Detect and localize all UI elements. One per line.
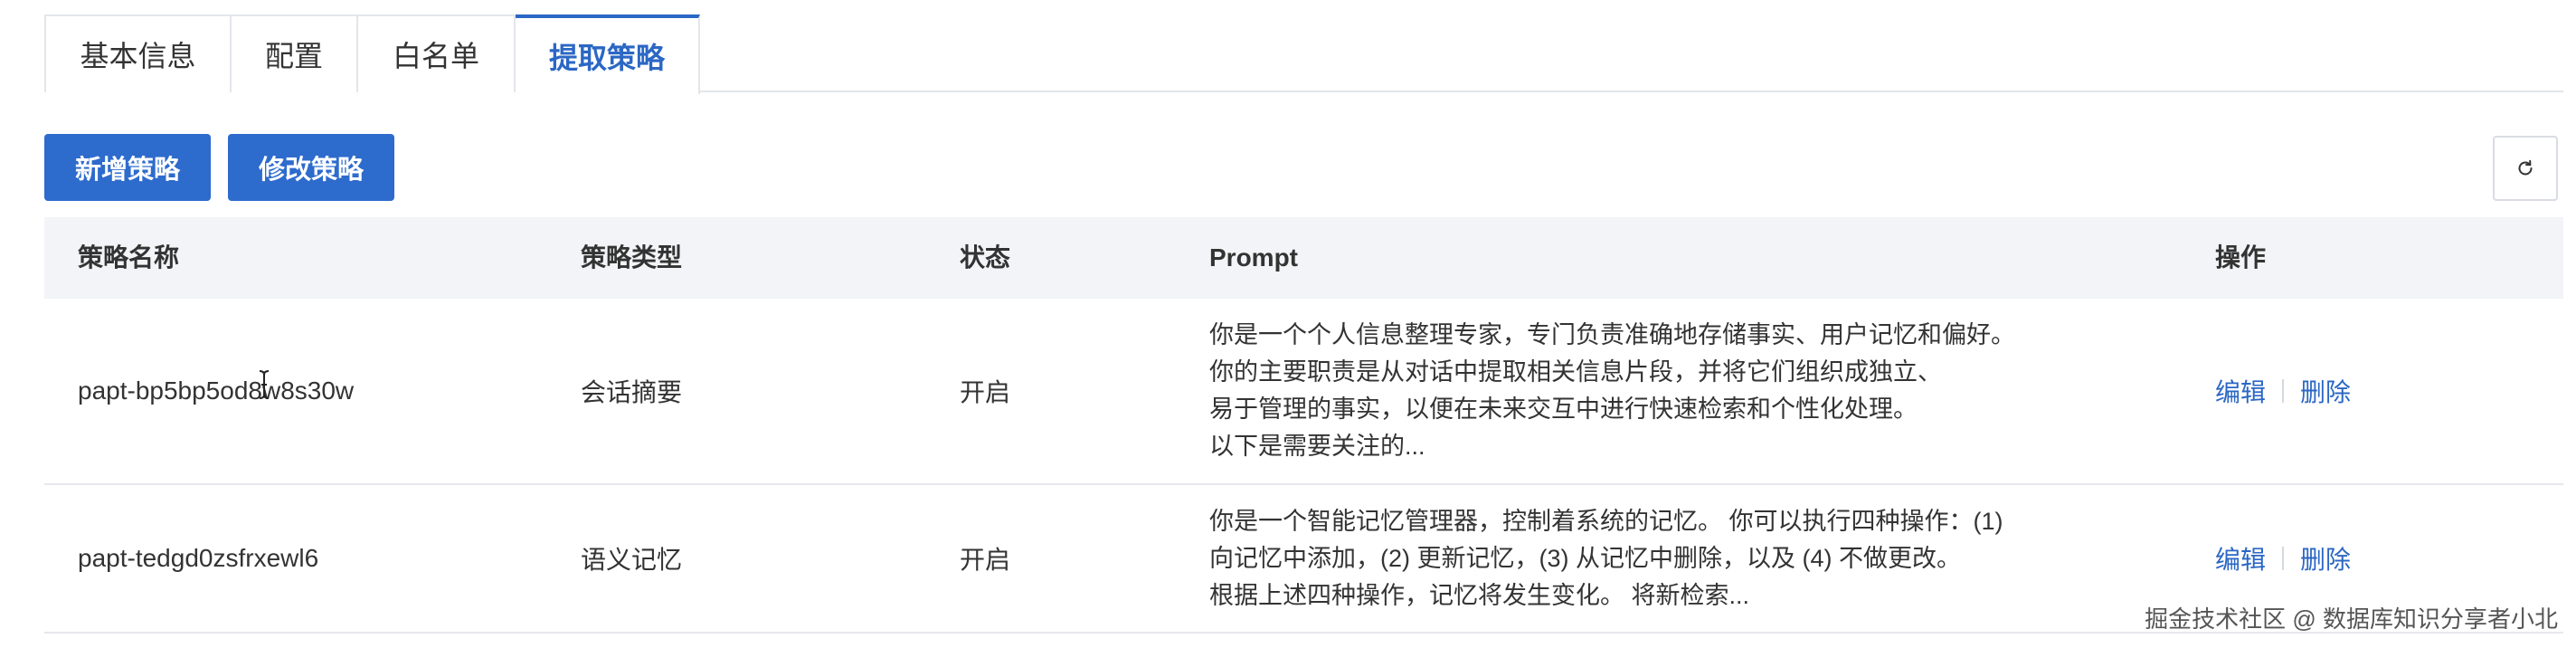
- strategy-status: 开启: [960, 378, 1011, 406]
- tab-config[interactable]: 配置: [232, 14, 358, 92]
- prompt-line: 你是一个个人信息整理专家，专门负责准确地存储事实、用户记忆和偏好。: [1209, 321, 2015, 348]
- action-divider: [2282, 379, 2285, 403]
- edit-link[interactable]: 编辑: [2215, 540, 2266, 577]
- refresh-icon: [2518, 159, 2533, 176]
- prompt-line: 以下是需要关注的...: [1209, 433, 1425, 460]
- prompt-line: 易于管理的事实，以便在未来交互中进行快速检索和个性化处理。: [1209, 395, 1918, 423]
- edit-strategy-button[interactable]: 修改策略: [228, 134, 394, 201]
- column-header-type: 策略类型: [581, 243, 683, 272]
- add-strategy-button[interactable]: 新增策略: [44, 134, 211, 201]
- strategy-name: papt-tedgd0zsfrxewl6: [78, 544, 319, 572]
- table-row: papt-bp5bp5od8w8s30w 会话摘要 开启 你是一个个人信息整理专…: [44, 299, 2563, 485]
- tab-extract-strategy[interactable]: 提取策略: [516, 14, 700, 94]
- watermark: 掘金技术社区 @ 数据库知识分享者小北: [2145, 605, 2558, 633]
- prompt-line: 你是一个智能记忆管理器，控制着系统的记忆。 你可以执行四种操作：(1): [1209, 507, 2003, 535]
- edit-link[interactable]: 编辑: [2215, 373, 2266, 409]
- strategy-type: 语义记忆: [581, 546, 683, 574]
- action-divider: [2282, 547, 2285, 570]
- strategy-table: 策略名称 策略类型 状态 Prompt 操作 papt-bp5bp5od8w8s…: [44, 217, 2563, 634]
- text-cursor-icon: [259, 370, 270, 399]
- strategy-prompt: 你是一个个人信息整理专家，专门负责准确地存储事实、用户记忆和偏好。 你的主要职责…: [1209, 299, 2015, 483]
- tab-whitelist[interactable]: 白名单: [358, 14, 516, 92]
- strategy-type: 会话摘要: [581, 378, 683, 406]
- column-header-actions: 操作: [2215, 243, 2267, 272]
- strategy-status: 开启: [960, 546, 1011, 574]
- delete-link[interactable]: 删除: [2300, 373, 2351, 409]
- column-header-name: 策略名称: [78, 243, 180, 272]
- delete-link[interactable]: 删除: [2300, 540, 2351, 577]
- prompt-line: 根据上述四种操作，记忆将发生变化。 将新检索...: [1209, 581, 1750, 609]
- table-header: 策略名称 策略类型 状态 Prompt 操作: [44, 217, 2563, 299]
- prompt-line: 你的主要职责是从对话中提取相关信息片段，并将它们组织成独立、: [1209, 358, 1942, 386]
- prompt-line: 向记忆中添加，(2) 更新记忆，(3) 从记忆中删除，以及 (4) 不做更改。: [1209, 544, 1962, 572]
- tab-bar: 基本信息 配置 白名单 提取策略: [44, 14, 2563, 94]
- row-actions: 编辑 删除: [2215, 299, 2351, 483]
- strategy-name: papt-bp5bp5od8w8s30w: [78, 376, 355, 405]
- column-header-status: 状态: [960, 243, 1011, 272]
- column-header-prompt: Prompt: [1209, 243, 1298, 272]
- tab-basic-info[interactable]: 基本信息: [44, 14, 232, 92]
- refresh-button[interactable]: [2493, 136, 2558, 201]
- strategy-prompt: 你是一个智能记忆管理器，控制着系统的记忆。 你可以执行四种操作：(1) 向记忆中…: [1209, 485, 2003, 632]
